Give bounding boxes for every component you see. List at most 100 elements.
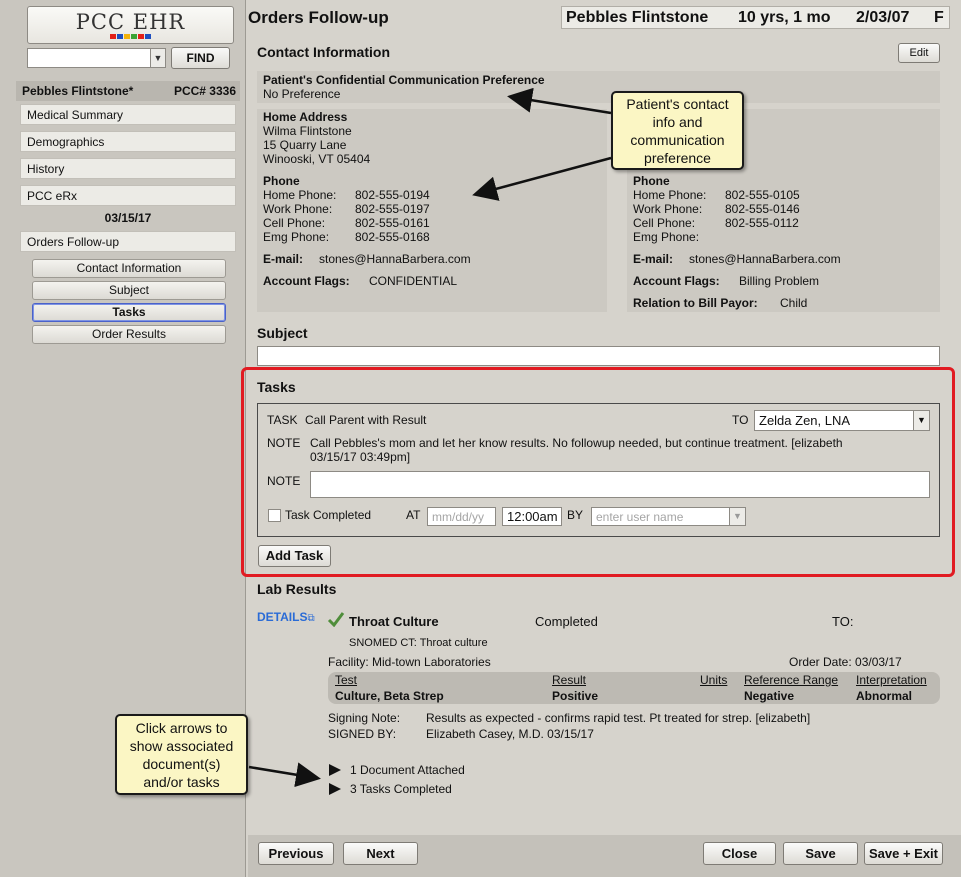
user-placeholder: enter user name [596,510,684,524]
completion-date-input[interactable]: mm/dd/yy [427,507,496,526]
snomed-code: SNOMED CT: Throat culture [349,637,488,649]
pcc-ehr-logo: PCC EHR [27,6,234,44]
lab-test-name: Throat Culture [349,614,439,629]
callout-line: Patient's contact [626,96,729,112]
edit-button[interactable]: Edit [898,43,940,63]
task-label: TASK [267,413,298,427]
task-completed-checkbox[interactable] [268,509,281,522]
banner-sex: F [934,9,944,26]
sidebar-item-history[interactable]: History [20,158,236,179]
logo-square [138,34,144,39]
table-cell: Positive [552,689,599,703]
account-flags-value: Billing Problem [739,274,820,288]
signed-by-label: SIGNED BY: [328,727,397,741]
email-value: stones@HannaBarbera.com [319,252,471,266]
task-note-text: 03/15/17 03:49pm] [310,450,411,464]
relation-label: Relation to Bill Payor: [633,296,758,310]
callout-line: and/or tasks [143,774,220,790]
sidebar-sub-tasks[interactable]: Tasks [32,303,226,322]
chevron-down-icon[interactable]: ▼ [729,508,745,525]
home-address-label: Home Address [263,110,348,124]
account-flags-value: CONFIDENTIAL [369,274,458,288]
communication-preference-label: Patient's Confidential Communication Pre… [263,73,545,87]
sidebar-patient-name: Pebbles Flintstone* [22,84,134,98]
logo-square [124,34,130,39]
tasks-title: Tasks [257,379,296,395]
communication-preference-value: No Preference [263,87,341,101]
sidebar-pcc-number: PCC# 3336 [173,84,236,98]
save-button[interactable]: Save [783,842,858,865]
callout-line: preference [644,150,711,166]
facility: Facility: Mid-town Laboratories [328,655,491,669]
tasks-completed[interactable]: 3 Tasks Completed [350,782,452,796]
task-note-text: Call Pebbles's mom and let her know resu… [310,436,843,450]
arrows-callout: Click arrows to show associated document… [115,714,248,795]
logo-square [131,34,137,39]
completion-time-input[interactable]: 12:00am [502,507,562,526]
column-header: Units [700,673,728,687]
phone-label: Cell Phone: [263,216,326,230]
sidebar-item-orders-follow-up[interactable]: Orders Follow-up [20,231,236,252]
callout-line: document(s) [142,756,221,772]
completed-by-select[interactable]: enter user name ▼ [591,507,746,526]
phone-value: 802-555-0146 [725,202,800,216]
phone-label: Home Phone: [633,188,707,202]
lab-to-label: TO: [832,614,854,629]
signing-note-label: Signing Note: [328,711,401,725]
phone-label: Phone [633,174,670,188]
banner-age: 10 yrs, 1 mo [738,9,831,26]
sidebar-patient-header: Pebbles Flintstone* PCC# 3336 [16,81,240,101]
callout-line: info and [652,114,703,130]
relation-value: Child [780,296,808,310]
account-flags-label: Account Flags: [263,274,350,288]
sidebar-item-medical-summary[interactable]: Medical Summary [20,104,236,125]
task-completed-label: Task Completed [285,508,372,522]
details-link[interactable]: DETAILS⧉ [257,610,315,626]
phone-label: Cell Phone: [633,216,696,230]
sidebar-sub-subject[interactable]: Subject [32,281,226,300]
documents-attached[interactable]: 1 Document Attached [350,763,465,777]
close-button[interactable]: Close [703,842,776,865]
by-label: BY [567,508,584,522]
column-header: Interpretation [856,673,927,687]
phone-label: Phone [263,174,300,188]
column-header: Result [552,673,587,687]
chevron-down-icon[interactable]: ▼ [913,411,929,430]
subject-input[interactable] [257,346,940,366]
add-task-button[interactable]: Add Task [258,545,331,567]
time-value: 12:00am [507,509,558,524]
at-label: AT [406,508,421,522]
expand-arrow-icon[interactable] [329,764,341,776]
external-link-icon: ⧉ [307,613,315,624]
phone-label: Home Phone: [263,188,337,202]
account-flags-label: Account Flags: [633,274,720,288]
task-note-input[interactable] [310,471,930,498]
expand-arrow-icon[interactable] [329,783,341,795]
previous-button[interactable]: Previous [258,842,334,865]
banner-dob: 2/03/07 [856,9,910,26]
signing-note: Results as expected - confirms rapid tes… [426,711,811,725]
column-header: Reference Range [744,673,839,687]
email-label: E-mail: [263,252,304,266]
callout-line: Click arrows to [135,720,228,736]
chevron-down-icon[interactable]: ▼ [150,49,165,67]
patient-banner: Pebbles Flintstone 10 yrs, 1 mo 2/03/07 … [561,6,950,29]
save-exit-button[interactable]: Save + Exit [864,842,943,865]
sidebar-item-demographics[interactable]: Demographics [20,131,236,152]
address-line: Winooski, VT 05404 [263,152,371,166]
phone-value: 802-555-0112 [725,216,799,230]
phone-label: Work Phone: [633,202,703,216]
callout-line: show associated [129,738,234,754]
find-button[interactable]: FIND [171,47,230,69]
table-cell: Abnormal [856,689,913,703]
contact-information-title: Contact Information [257,44,390,60]
email-label: E-mail: [633,252,674,266]
next-button[interactable]: Next [343,842,418,865]
to-label: TO [732,413,749,427]
assign-to-select[interactable]: Zelda Zen, LNA ▼ [754,410,930,431]
sidebar-item-pcc-erx[interactable]: PCC eRx [20,185,236,206]
sidebar-sub-contact-information[interactable]: Contact Information [32,259,226,278]
assign-to-value: Zelda Zen, LNA [759,413,851,428]
patient-search-select[interactable]: ▼ [27,48,166,68]
sidebar-sub-order-results[interactable]: Order Results [32,325,226,344]
